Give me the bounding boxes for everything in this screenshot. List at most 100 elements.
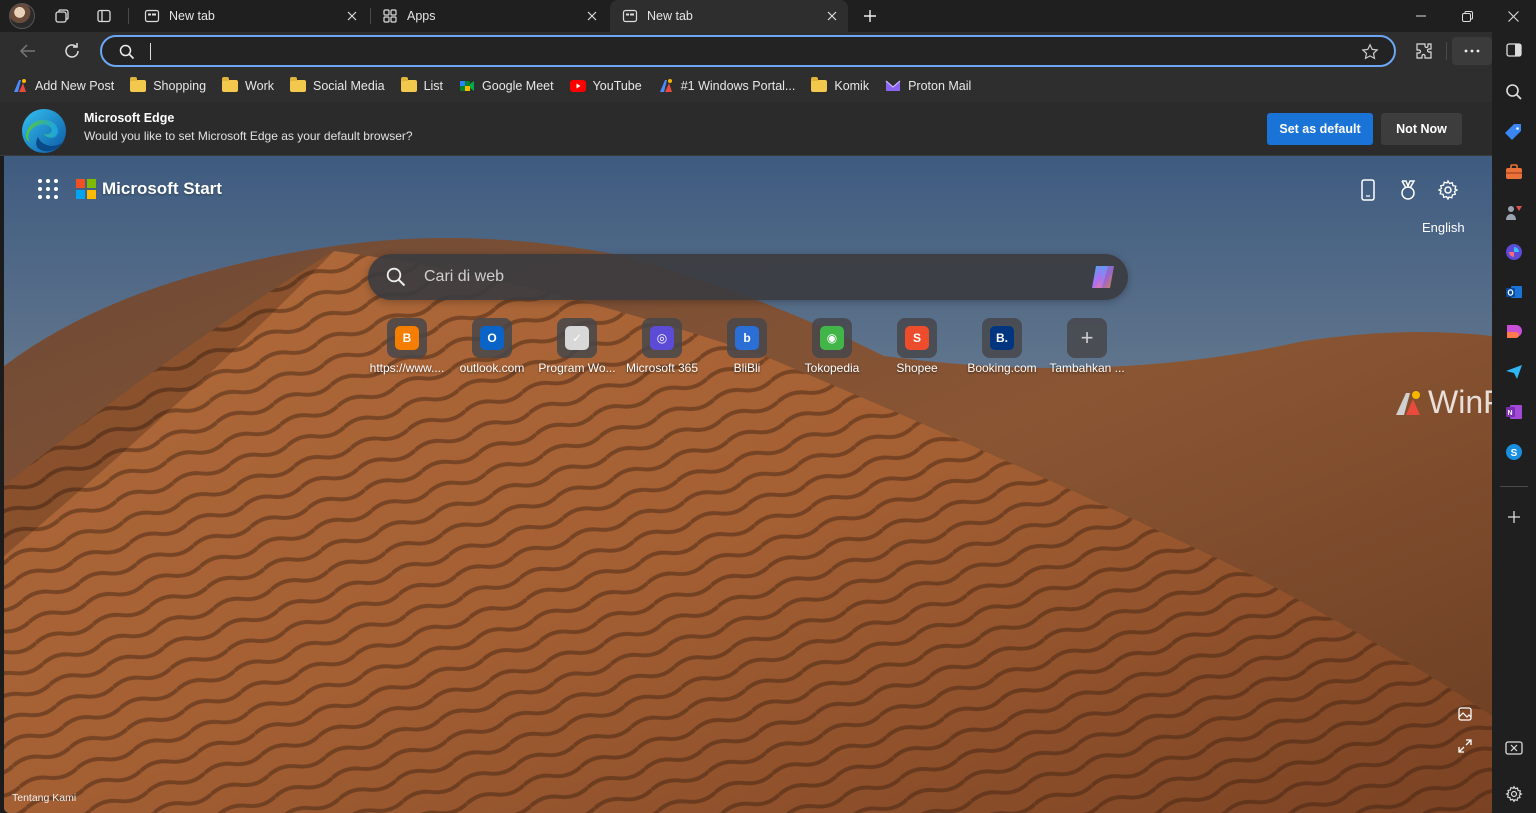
favorite-folder-work[interactable]: Work	[222, 74, 282, 98]
copilot-icon[interactable]	[1088, 262, 1120, 292]
favorite-folder-social-media[interactable]: Social Media	[289, 74, 393, 98]
close-icon	[1507, 10, 1519, 22]
settings-more-button[interactable]	[1452, 37, 1492, 65]
quick-link-icon-box: ✓	[557, 318, 597, 358]
quick-link-tile[interactable]: + Tambahkan ...	[1045, 316, 1129, 382]
favorite-folder-shopping[interactable]: Shopping	[130, 74, 214, 98]
workspaces-icon[interactable]	[48, 4, 76, 28]
winpoin-watermark: WinPoin	[1394, 384, 1492, 421]
quick-link-tile[interactable]: S Shopee	[875, 316, 959, 382]
blogger-icon: B	[395, 326, 419, 350]
favorite-add-new-post[interactable]: Add New Post	[12, 74, 122, 98]
favorite-google-meet[interactable]: Google Meet	[459, 74, 562, 98]
copilot-sidebar-icon[interactable]	[1502, 240, 1526, 264]
page-settings-gear-icon[interactable]	[1436, 178, 1460, 202]
not-now-button[interactable]: Not Now	[1381, 113, 1462, 145]
shopping-tag-icon[interactable]	[1502, 120, 1526, 144]
app-launcher-icon[interactable]	[38, 179, 58, 199]
refresh-button[interactable]	[57, 37, 87, 65]
close-tab-icon[interactable]	[584, 8, 600, 24]
blibli-icon: b	[735, 326, 759, 350]
profile-avatar[interactable]	[9, 3, 35, 29]
brand-title[interactable]: Microsoft Start	[102, 179, 222, 199]
shopee-icon: S	[905, 326, 929, 350]
proton-mail-icon	[885, 78, 901, 94]
new-tab-icon	[144, 9, 160, 23]
tab-apps[interactable]: Apps	[370, 0, 608, 32]
favorite-star-icon[interactable]	[1361, 43, 1379, 61]
vertical-tabs-icon[interactable]	[90, 4, 118, 28]
tab-new-tab-active[interactable]: New tab	[610, 0, 848, 32]
favorite-proton-mail[interactable]: Proton Mail	[885, 74, 979, 98]
toolbar	[0, 32, 1492, 70]
background-image-icon[interactable]	[1455, 704, 1475, 724]
address-bar[interactable]	[100, 35, 1396, 67]
about-us-link[interactable]: Tentang Kami	[12, 792, 76, 804]
sidebar-settings-gear-icon[interactable]	[1502, 782, 1526, 806]
apps-icon	[383, 9, 397, 23]
new-tab-icon	[622, 9, 638, 23]
folder-icon	[130, 77, 147, 94]
designer-icon[interactable]	[1502, 320, 1526, 344]
quick-link-tile[interactable]: Bhttps://www....	[365, 316, 449, 382]
sidebar-search-icon[interactable]	[1502, 80, 1526, 104]
quick-link-icon-box: ◉	[812, 318, 852, 358]
favorite-label: Social Media	[312, 79, 385, 93]
language-label[interactable]: English	[1422, 220, 1465, 235]
new-tab-button[interactable]	[856, 4, 884, 28]
close-tab-icon[interactable]	[824, 8, 840, 24]
tab-new-tab-1[interactable]: New tab	[132, 0, 368, 32]
extensions-icon	[1416, 43, 1432, 59]
microsoft-logo-icon	[76, 179, 96, 199]
title-bar: New tab Apps New tab	[0, 0, 1536, 32]
quick-link-label: Program Wo...	[538, 361, 616, 375]
quick-link-tile[interactable]: ◎ Microsoft 365	[620, 316, 704, 382]
favorite-youtube[interactable]: YouTube	[569, 74, 650, 98]
tools-briefcase-icon[interactable]	[1502, 160, 1526, 184]
sidebar-toggle-icon[interactable]	[1502, 38, 1526, 62]
phone-icon[interactable]	[1356, 178, 1380, 202]
web-search-input[interactable]	[424, 266, 1044, 288]
add-sidebar-app-icon[interactable]	[1502, 505, 1526, 529]
more-icon	[1464, 49, 1480, 53]
favorite-winpoin[interactable]: #1 Windows Portal...	[658, 74, 804, 98]
favorite-folder-list[interactable]: List	[400, 74, 451, 98]
quick-link-label: BliBli	[733, 361, 761, 375]
games-icon[interactable]	[1502, 200, 1526, 224]
close-tab-icon[interactable]	[344, 8, 360, 24]
quick-link-tile[interactable]: ◉ Tokopedia	[790, 316, 874, 382]
refresh-icon	[65, 43, 79, 58]
onenote-icon[interactable]: N	[1502, 400, 1526, 424]
expand-icon[interactable]	[1455, 736, 1475, 756]
quick-link-tile[interactable]: ✓ Program Wo...	[535, 316, 619, 382]
quick-link-tile[interactable]: B. Booking.com	[960, 316, 1044, 382]
favorite-label: YouTube	[592, 79, 642, 93]
folder-icon	[811, 77, 828, 94]
send-icon[interactable]	[1502, 360, 1526, 384]
web-search-box[interactable]	[368, 254, 1128, 300]
set-as-default-button[interactable]: Set as default	[1267, 113, 1373, 145]
skype-icon[interactable]: S	[1502, 440, 1526, 464]
outlook-sidebar-icon[interactable]	[1502, 280, 1526, 304]
favorite-label: List	[423, 79, 444, 93]
extensions-button[interactable]	[1409, 37, 1439, 65]
restore-button[interactable]	[1444, 0, 1490, 32]
quick-link-icon-box: S	[897, 318, 937, 358]
quick-link-tile[interactable]: b BliBli	[705, 316, 789, 382]
back-button[interactable]	[13, 37, 43, 65]
favorite-folder-komik[interactable]: Komik	[811, 74, 877, 98]
microsoft-start-header: Microsoft Start	[38, 179, 222, 199]
close-window-button[interactable]	[1490, 0, 1536, 32]
quick-link-label: Tokopedia	[804, 361, 860, 375]
address-input[interactable]	[150, 41, 1330, 61]
favorite-label: Add New Post	[35, 79, 115, 93]
infobar-message: Would you like to set Microsoft Edge as …	[84, 129, 413, 143]
minimize-button[interactable]	[1398, 0, 1444, 32]
restore-icon	[1461, 10, 1473, 22]
quick-link-tile[interactable]: Ooutlook.com	[450, 316, 534, 382]
rewards-icon[interactable]	[1396, 178, 1420, 202]
favorite-label: Komik	[834, 79, 870, 93]
quick-link-icon-box: +	[1067, 318, 1107, 358]
screenshot-icon[interactable]	[1502, 737, 1526, 761]
quick-link-icon-box: B.	[982, 318, 1022, 358]
